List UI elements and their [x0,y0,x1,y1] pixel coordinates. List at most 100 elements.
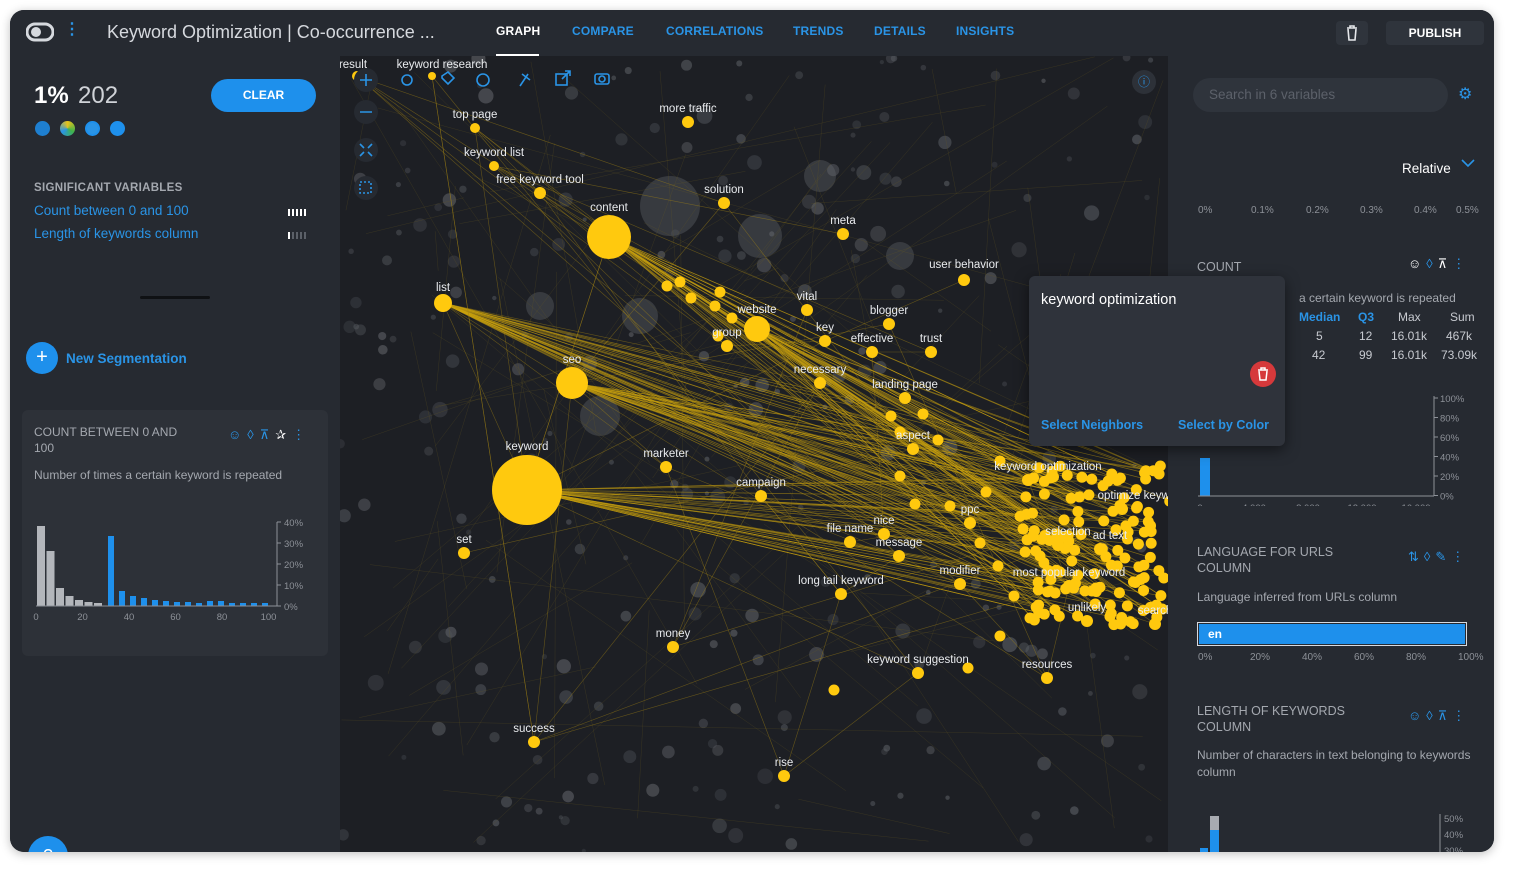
keyword-node[interactable] [1153,468,1165,480]
keyword-node[interactable] [1072,505,1084,517]
keyword-node[interactable] [814,377,826,389]
keyword-node[interactable] [1052,539,1064,551]
keyword-node[interactable] [1076,471,1088,483]
fit-screen-icon[interactable] [354,138,378,162]
more-icon[interactable]: ⋮ [1451,550,1464,564]
select-by-color-link[interactable]: Select by Color [1178,418,1269,432]
keyword-node[interactable] [925,346,937,358]
tab-correlations[interactable]: CORRELATIONS [666,24,764,38]
keyword-node[interactable] [1138,526,1150,538]
keyword-node[interactable] [801,304,813,316]
new-segmentation-link[interactable]: New Segmentation [66,351,187,366]
delete-button[interactable] [1336,21,1368,45]
app-logo-icon[interactable] [26,22,54,42]
palette-icon[interactable]: ☺ [1408,257,1421,271]
zoom-in-icon[interactable] [354,68,378,92]
more-icon[interactable]: ⋮ [1452,257,1465,271]
keyword-node[interactable] [1081,615,1093,627]
variable-search-input[interactable]: Search in 6 variables [1193,78,1448,112]
keyword-node[interactable] [434,294,452,312]
keyword-node[interactable] [1022,474,1034,486]
keyword-node[interactable] [958,274,970,286]
chevron-down-icon[interactable] [1460,156,1476,170]
variable-link-count[interactable]: Count between 0 and 100 [34,203,189,218]
keyword-node[interactable] [894,470,906,482]
keyword-node[interactable] [1017,523,1029,535]
keyword-node[interactable] [1038,488,1050,500]
keyword-node[interactable] [1024,612,1036,624]
keyword-node[interactable] [587,215,631,259]
keyword-node[interactable] [1032,584,1044,596]
keyword-node[interactable] [992,560,1004,572]
filter-clear-icon[interactable]: ⊼ [1438,709,1448,723]
keyword-node[interactable] [944,500,956,512]
keyword-node[interactable] [1066,555,1078,567]
tab-trends[interactable]: TRENDS [793,24,844,38]
edit-icon[interactable]: ✎ [1435,550,1446,564]
keyword-node[interactable] [1008,590,1020,602]
keyword-node[interactable] [1065,492,1077,504]
publish-button[interactable]: PUBLISH [1386,21,1484,45]
keyword-node[interactable] [885,410,897,422]
keyword-node[interactable] [932,434,944,446]
drop-icon[interactable]: ◊ [1426,257,1432,271]
keyword-node[interactable] [819,335,831,347]
keyword-node[interactable] [980,486,992,498]
keyword-node[interactable] [1034,550,1046,562]
add-segmentation-button[interactable]: + [26,342,58,374]
camera-icon[interactable] [594,73,610,85]
keyword-node[interactable] [682,116,694,128]
tab-compare[interactable]: COMPARE [572,24,634,38]
select-neighbors-link[interactable]: Select Neighbors [1041,418,1143,432]
keyword-node[interactable] [755,490,767,502]
keyword-node[interactable] [1138,572,1150,584]
target-icon[interactable] [401,74,413,86]
keyword-node[interactable] [899,392,911,404]
palette-icon[interactable]: ☺ [1408,709,1421,723]
keyword-node[interactable] [714,286,726,298]
panel-resize-handle[interactable] [140,296,210,299]
keyword-node[interactable] [1127,618,1139,630]
keyword-node[interactable] [667,641,679,653]
keyword-node[interactable] [1113,587,1125,599]
zoom-out-icon[interactable] [354,100,378,124]
keyword-node[interactable] [1138,584,1150,596]
keyword-node[interactable] [1139,467,1151,479]
tab-insights[interactable]: INSIGHTS [956,24,1014,38]
keyword-node[interactable] [974,537,986,549]
keyword-node[interactable] [1105,607,1117,619]
keyword-node[interactable] [1144,551,1156,563]
keyword-node[interactable] [964,517,976,529]
info-icon[interactable]: ⓘ [1132,70,1156,94]
keyword-node[interactable] [1115,618,1127,630]
keyword-node[interactable] [917,408,929,420]
keyword-node[interactable] [721,340,733,352]
keyword-node[interactable] [718,197,730,209]
keyword-node[interactable] [492,455,562,525]
color-icon[interactable] [476,73,490,87]
keyword-node[interactable] [1044,585,1056,597]
keyword-node[interactable] [660,461,672,473]
keyword-node[interactable] [1038,475,1050,487]
keyword-node[interactable] [1132,538,1144,550]
keyword-node[interactable] [1027,530,1039,542]
keyword-node[interactable] [1020,491,1032,503]
more-icon[interactable]: ⋮ [1452,709,1465,723]
keyword-node[interactable] [835,588,847,600]
sort-icon[interactable]: ⇅ [1408,550,1419,564]
keyword-node[interactable] [1114,472,1126,484]
keyword-node[interactable] [866,346,878,358]
tab-graph[interactable]: GRAPH [496,24,540,38]
help-button[interactable]: ? [28,836,68,852]
keyword-node[interactable] [828,684,840,696]
keyword-node[interactable] [1149,618,1161,630]
keyword-node[interactable] [1131,502,1143,514]
mode-select[interactable]: Relative [1402,161,1451,176]
keyword-node[interactable] [1079,585,1091,597]
filter-icon[interactable] [35,121,50,136]
keyword-node[interactable] [1155,590,1167,602]
keyword-node[interactable] [744,316,770,342]
keyword-node[interactable] [556,367,588,399]
keyword-node[interactable] [1086,473,1098,485]
keyword-node[interactable] [528,736,540,748]
